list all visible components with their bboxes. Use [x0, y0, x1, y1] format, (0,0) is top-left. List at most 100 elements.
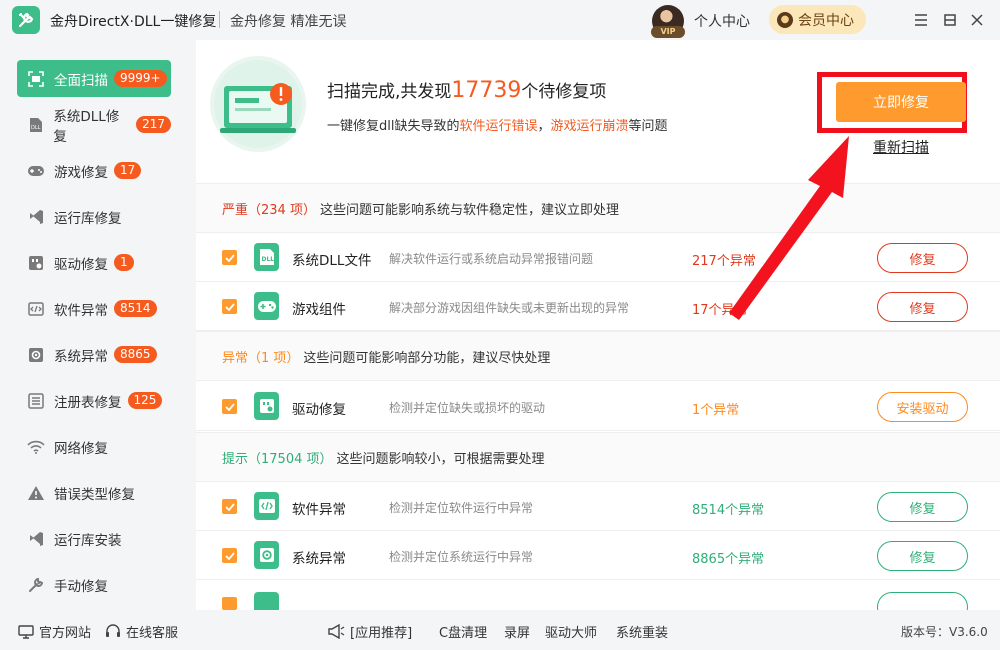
scan-result-subtitle: 一键修复dll缺失导致的软件运行错误，游戏运行崩溃等问题	[327, 115, 668, 134]
repair-button[interactable]: 修复	[877, 243, 968, 273]
footer: 官方网站 在线客服 [应用推荐] C盘清理 录屏 驱动大师 系统重装 版本号：V…	[0, 610, 1000, 650]
sidebar-item-label: 游戏修复	[54, 164, 108, 181]
scan-icon	[27, 70, 45, 88]
row-icon	[254, 592, 279, 610]
sidebar-item-label: 系统异常	[54, 348, 108, 365]
row-count: 217个异常	[692, 254, 756, 269]
row-checkbox[interactable]	[222, 597, 237, 610]
sidebar-item-label: 手动修复	[54, 578, 108, 595]
row-name: 系统DLL文件	[292, 253, 372, 269]
wifi-icon	[27, 438, 45, 456]
menu-icon[interactable]	[911, 10, 931, 30]
section-severe: 严重（234 项） 这些问题可能影响系统与软件稳定性，建议立即处理	[196, 183, 1000, 233]
sidebar-item-badge: 217	[136, 116, 171, 133]
repair-button[interactable]: 修复	[877, 541, 968, 571]
row-count: 17个异常	[692, 303, 748, 318]
member-center-button[interactable]: ● 会员中心	[769, 5, 866, 34]
close-icon[interactable]	[967, 10, 987, 30]
gamepad-icon	[254, 292, 279, 320]
section-desc: 这些问题可能影响系统与软件稳定性，建议立即处理	[319, 202, 619, 218]
sidebar-item-system-error[interactable]: 系统异常 8865	[17, 336, 171, 373]
sidebar-item-label: 驱动修复	[54, 256, 108, 273]
official-site-link[interactable]: 官方网站	[18, 622, 91, 641]
online-service-link[interactable]: 在线客服	[105, 622, 178, 641]
maximize-icon[interactable]	[940, 10, 960, 30]
svg-text:DLL: DLL	[31, 125, 41, 131]
app-recommend[interactable]: [应用推荐]	[327, 622, 412, 641]
sidebar-item-network-repair[interactable]: 网络修复	[17, 428, 171, 465]
svg-text:DLL: DLL	[261, 256, 274, 263]
table-row: 系统异常 检测并定位系统运行中异常 8865个异常 修复	[196, 531, 1000, 580]
section-title: 严重（234 项）	[222, 202, 316, 218]
system-reinstall-link[interactable]: 系统重装	[616, 622, 668, 641]
sidebar: 全面扫描 9999+ DLL 系统DLL修复 217 游戏修复 17 运行库修复…	[0, 40, 190, 610]
section-desc: 这些问题影响较小，可根据需要处理	[336, 451, 545, 467]
sidebar-item-runtime-install[interactable]: 运行库安装	[17, 520, 171, 557]
subtitle-highlight: 软件运行错误	[459, 119, 538, 134]
repair-button[interactable]: 修复	[877, 492, 968, 522]
sidebar-item-system-dll[interactable]: DLL 系统DLL修复 217	[17, 106, 171, 145]
driver-icon	[254, 392, 279, 420]
sidebar-item-badge: 17	[114, 162, 142, 179]
c-drive-clean-link[interactable]: C盘清理	[439, 622, 487, 641]
screen-record-link[interactable]: 录屏	[504, 622, 530, 641]
sidebar-item-label: 运行库安装	[54, 532, 122, 549]
table-row	[196, 580, 1000, 610]
sidebar-item-software-error[interactable]: 软件异常 8514	[17, 290, 171, 327]
registry-icon	[27, 392, 45, 410]
row-checkbox[interactable]	[222, 548, 237, 563]
dll-icon: DLL	[27, 116, 44, 134]
code-icon	[27, 300, 45, 318]
sidebar-item-driver-repair[interactable]: 驱动修复 1	[17, 244, 171, 281]
app-slogan: 金舟修复 精准无误	[230, 14, 347, 30]
row-desc: 检测并定位软件运行中异常	[389, 501, 534, 515]
member-coin-icon: ●	[777, 11, 793, 28]
sidebar-item-full-scan[interactable]: 全面扫描 9999+	[17, 60, 171, 97]
sidebar-item-label: 软件异常	[54, 302, 108, 319]
row-name: 驱动修复	[292, 402, 346, 418]
warning-icon	[27, 484, 45, 502]
sidebar-item-label: 全面扫描	[54, 72, 108, 89]
subtitle-highlight: 游戏运行崩溃	[550, 119, 629, 134]
subtitle-text: 一键修复dll缺失导致的	[327, 119, 460, 134]
driver-master-link[interactable]: 驱动大师	[545, 622, 597, 641]
member-center-label: 会员中心	[798, 12, 854, 29]
install-driver-button[interactable]: 安装驱动	[877, 392, 968, 422]
sidebar-item-error-type-repair[interactable]: 错误类型修复	[17, 474, 171, 511]
row-count: 8514个异常	[692, 503, 765, 518]
monitor-icon	[18, 624, 34, 639]
row-name: 软件异常	[292, 502, 346, 518]
megaphone-icon	[328, 624, 345, 639]
scan-result-illustration-icon	[210, 56, 306, 152]
row-checkbox[interactable]	[222, 399, 237, 414]
sidebar-item-manual-repair[interactable]: 手动修复	[17, 566, 171, 603]
section-title: 异常（1 项）	[222, 350, 300, 366]
runtime-icon	[27, 208, 45, 226]
sidebar-item-runtime-repair[interactable]: 运行库修复	[17, 198, 171, 235]
rescan-link[interactable]: 重新扫描	[873, 137, 929, 157]
repair-now-button[interactable]: 立即修复	[836, 82, 966, 122]
row-desc: 检测并定位系统运行中异常	[389, 550, 534, 564]
wrench-icon	[27, 576, 45, 594]
row-checkbox[interactable]	[222, 499, 237, 514]
scan-result-prefix: 扫描完成,共发现	[327, 82, 452, 102]
dll-icon: DLL	[254, 243, 279, 271]
gear-icon	[27, 346, 45, 364]
sidebar-item-game-repair[interactable]: 游戏修复 17	[17, 152, 171, 189]
sidebar-item-label: 网络修复	[54, 440, 108, 457]
repair-button[interactable]: 修复	[877, 292, 968, 322]
sidebar-item-registry-repair[interactable]: 注册表修复 125	[17, 382, 171, 419]
repair-button[interactable]	[877, 592, 968, 610]
row-name: 系统异常	[292, 551, 346, 567]
user-center-link[interactable]: 个人中心	[694, 11, 750, 31]
section-hint: 提示（17504 项） 这些问题影响较小，可根据需要处理	[196, 432, 1000, 482]
version-label: 版本号：V3.6.0	[901, 625, 988, 639]
subtitle-text: ，	[537, 119, 551, 134]
row-checkbox[interactable]	[222, 299, 237, 314]
driver-icon	[27, 254, 45, 272]
scan-result-suffix: 个待修复项	[521, 82, 607, 102]
sidebar-item-badge: 1	[114, 254, 134, 271]
sidebar-item-badge: 9999+	[114, 70, 167, 87]
main-panel: 扫描完成,共发现17739个待修复项 一键修复dll缺失导致的软件运行错误，游戏…	[196, 40, 1000, 610]
row-checkbox[interactable]	[222, 250, 237, 265]
